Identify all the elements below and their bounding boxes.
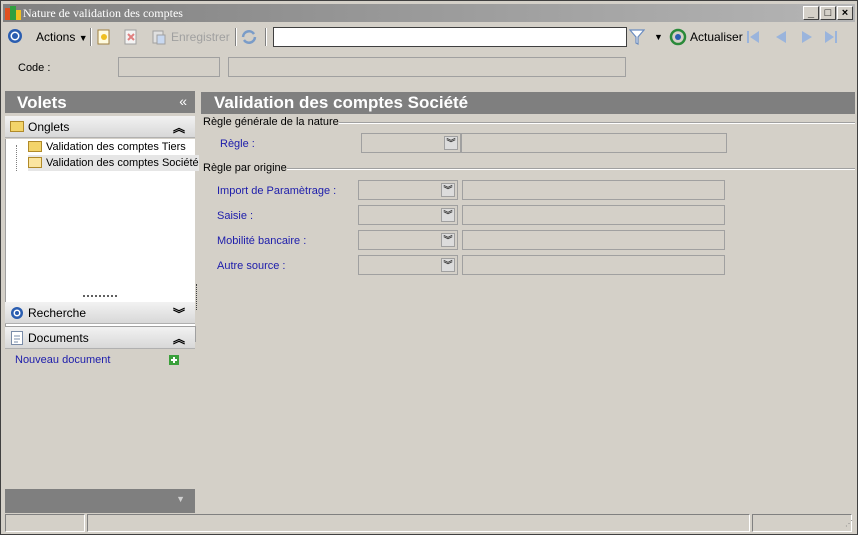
delete-icon[interactable] bbox=[124, 29, 138, 45]
status-cell bbox=[752, 514, 852, 532]
volets-header: Volets « bbox=[5, 91, 195, 113]
last-record-icon[interactable] bbox=[824, 30, 838, 44]
close-button[interactable]: × bbox=[837, 6, 853, 20]
recherche-label: Recherche bbox=[28, 306, 87, 320]
next-record-icon[interactable] bbox=[800, 30, 814, 44]
code-field[interactable] bbox=[118, 57, 220, 77]
tree-item-label: Validation des comptes Tiers bbox=[46, 141, 186, 153]
chevron-down-icon[interactable]: ︾ bbox=[173, 305, 185, 322]
actions-label: Actions bbox=[36, 30, 76, 44]
folder-icon bbox=[28, 141, 42, 152]
volets-title: Volets bbox=[17, 93, 67, 112]
main-header: Validation des comptes Société bbox=[201, 92, 855, 114]
splitter-grip[interactable] bbox=[83, 295, 117, 298]
tree-line bbox=[16, 145, 17, 171]
documents-label: Documents bbox=[28, 331, 89, 345]
expand-footer-icon[interactable]: ▼ bbox=[176, 494, 185, 504]
onglets-label: Onglets bbox=[28, 120, 70, 134]
saisie-label: Saisie : bbox=[217, 210, 254, 222]
search-circle-icon bbox=[11, 307, 23, 319]
mobilite-select[interactable]: ︾ bbox=[358, 230, 458, 250]
previous-record-icon[interactable] bbox=[774, 30, 788, 44]
open-folder-icon bbox=[28, 157, 42, 168]
import-label: Import de Paramètrage : bbox=[217, 185, 337, 197]
filter-icon[interactable] bbox=[629, 28, 645, 46]
code-label: Code : bbox=[18, 62, 51, 74]
onglets-section-header[interactable]: Onglets ︽ bbox=[5, 116, 195, 138]
app-window: Nature de validation des comptes _ □ × A… bbox=[0, 0, 858, 535]
left-pane: Volets « Onglets ︽ Validation des compte… bbox=[5, 91, 199, 513]
import-description-field[interactable] bbox=[462, 180, 725, 200]
chevron-down-icon[interactable]: ︾ bbox=[441, 233, 455, 247]
collapse-pane-icon[interactable]: « bbox=[179, 93, 187, 109]
page-title: Validation des comptes Société bbox=[214, 93, 469, 112]
actions-menu-button[interactable]: Actions ▼ bbox=[36, 29, 88, 45]
pane-resize-handle[interactable] bbox=[196, 284, 197, 310]
group-divider bbox=[339, 122, 855, 124]
status-bar: ⋰ bbox=[4, 514, 856, 532]
actions-circle-icon[interactable] bbox=[7, 28, 23, 44]
maximize-button[interactable]: □ bbox=[820, 6, 836, 20]
autre-source-label: Autre source : bbox=[217, 260, 286, 272]
tree-item-tiers[interactable]: Validation des comptes Tiers bbox=[28, 139, 186, 155]
pane-footer: ▼ bbox=[5, 489, 195, 513]
recherche-section-header[interactable]: Recherche ︾ bbox=[5, 302, 195, 324]
first-record-icon[interactable] bbox=[746, 30, 760, 44]
mobilite-label: Mobilité bancaire : bbox=[217, 235, 307, 247]
title-bar[interactable]: Nature de validation des comptes _ □ × bbox=[3, 4, 855, 22]
minimize-button[interactable]: _ bbox=[803, 6, 819, 20]
chevron-up-icon[interactable]: ︽ bbox=[173, 119, 185, 136]
mobilite-description-field[interactable] bbox=[462, 230, 725, 250]
window-title: Nature de validation des comptes bbox=[23, 6, 183, 20]
toolbar-separator bbox=[265, 28, 267, 46]
regle-select[interactable]: ︾ bbox=[361, 133, 461, 153]
refresh-icon[interactable] bbox=[669, 28, 687, 46]
resize-grip-icon[interactable]: ⋰ bbox=[845, 519, 853, 528]
documents-section-header[interactable]: Documents ︽ bbox=[5, 327, 195, 349]
group-divider bbox=[287, 168, 855, 170]
refresh-button[interactable]: Actualiser bbox=[690, 29, 743, 45]
status-cell bbox=[5, 514, 85, 532]
saisie-select[interactable]: ︾ bbox=[358, 205, 458, 225]
search-input[interactable] bbox=[273, 27, 627, 47]
chevron-down-icon[interactable]: ︾ bbox=[441, 258, 455, 272]
tree-item-societe[interactable]: Validation des comptes Société bbox=[28, 155, 199, 171]
filter-dropdown-icon[interactable]: ▼ bbox=[654, 29, 663, 45]
general-group-title: Règle générale de la nature bbox=[203, 116, 339, 128]
tree-item-label: Validation des comptes Société bbox=[46, 157, 199, 169]
regle-label: Règle : bbox=[220, 138, 255, 150]
autre-source-select[interactable]: ︾ bbox=[358, 255, 458, 275]
regle-description-field[interactable] bbox=[461, 133, 727, 153]
saisie-description-field[interactable] bbox=[462, 205, 725, 225]
toolbar: Actions ▼ Enregistrer ▼ Actualiser bbox=[3, 25, 855, 49]
add-icon[interactable] bbox=[169, 355, 179, 365]
chevron-down-icon[interactable]: ︾ bbox=[441, 208, 455, 222]
new-document-link[interactable]: Nouveau document bbox=[15, 354, 110, 366]
onglets-tree: Validation des comptes Tiers Validation … bbox=[5, 139, 199, 342]
chevron-down-icon[interactable]: ︾ bbox=[444, 136, 458, 150]
toolbar-separator bbox=[90, 28, 92, 46]
new-document-icon[interactable] bbox=[97, 29, 111, 45]
chevron-up-icon[interactable]: ︽ bbox=[173, 330, 185, 347]
document-icon bbox=[11, 331, 23, 345]
status-cell bbox=[87, 514, 750, 532]
chevron-down-icon[interactable]: ︾ bbox=[441, 183, 455, 197]
folder-icon bbox=[10, 121, 24, 132]
origin-group-title: Règle par origine bbox=[203, 162, 287, 174]
dropdown-arrow-icon: ▼ bbox=[78, 33, 88, 43]
toolbar-separator bbox=[235, 28, 237, 46]
autre-source-description-field[interactable] bbox=[462, 255, 725, 275]
save-icon[interactable] bbox=[151, 29, 167, 45]
save-button[interactable]: Enregistrer bbox=[171, 29, 230, 45]
sync-icon[interactable] bbox=[240, 28, 258, 46]
code-description-field[interactable] bbox=[228, 57, 626, 77]
import-select[interactable]: ︾ bbox=[358, 180, 458, 200]
app-icon bbox=[5, 6, 21, 20]
